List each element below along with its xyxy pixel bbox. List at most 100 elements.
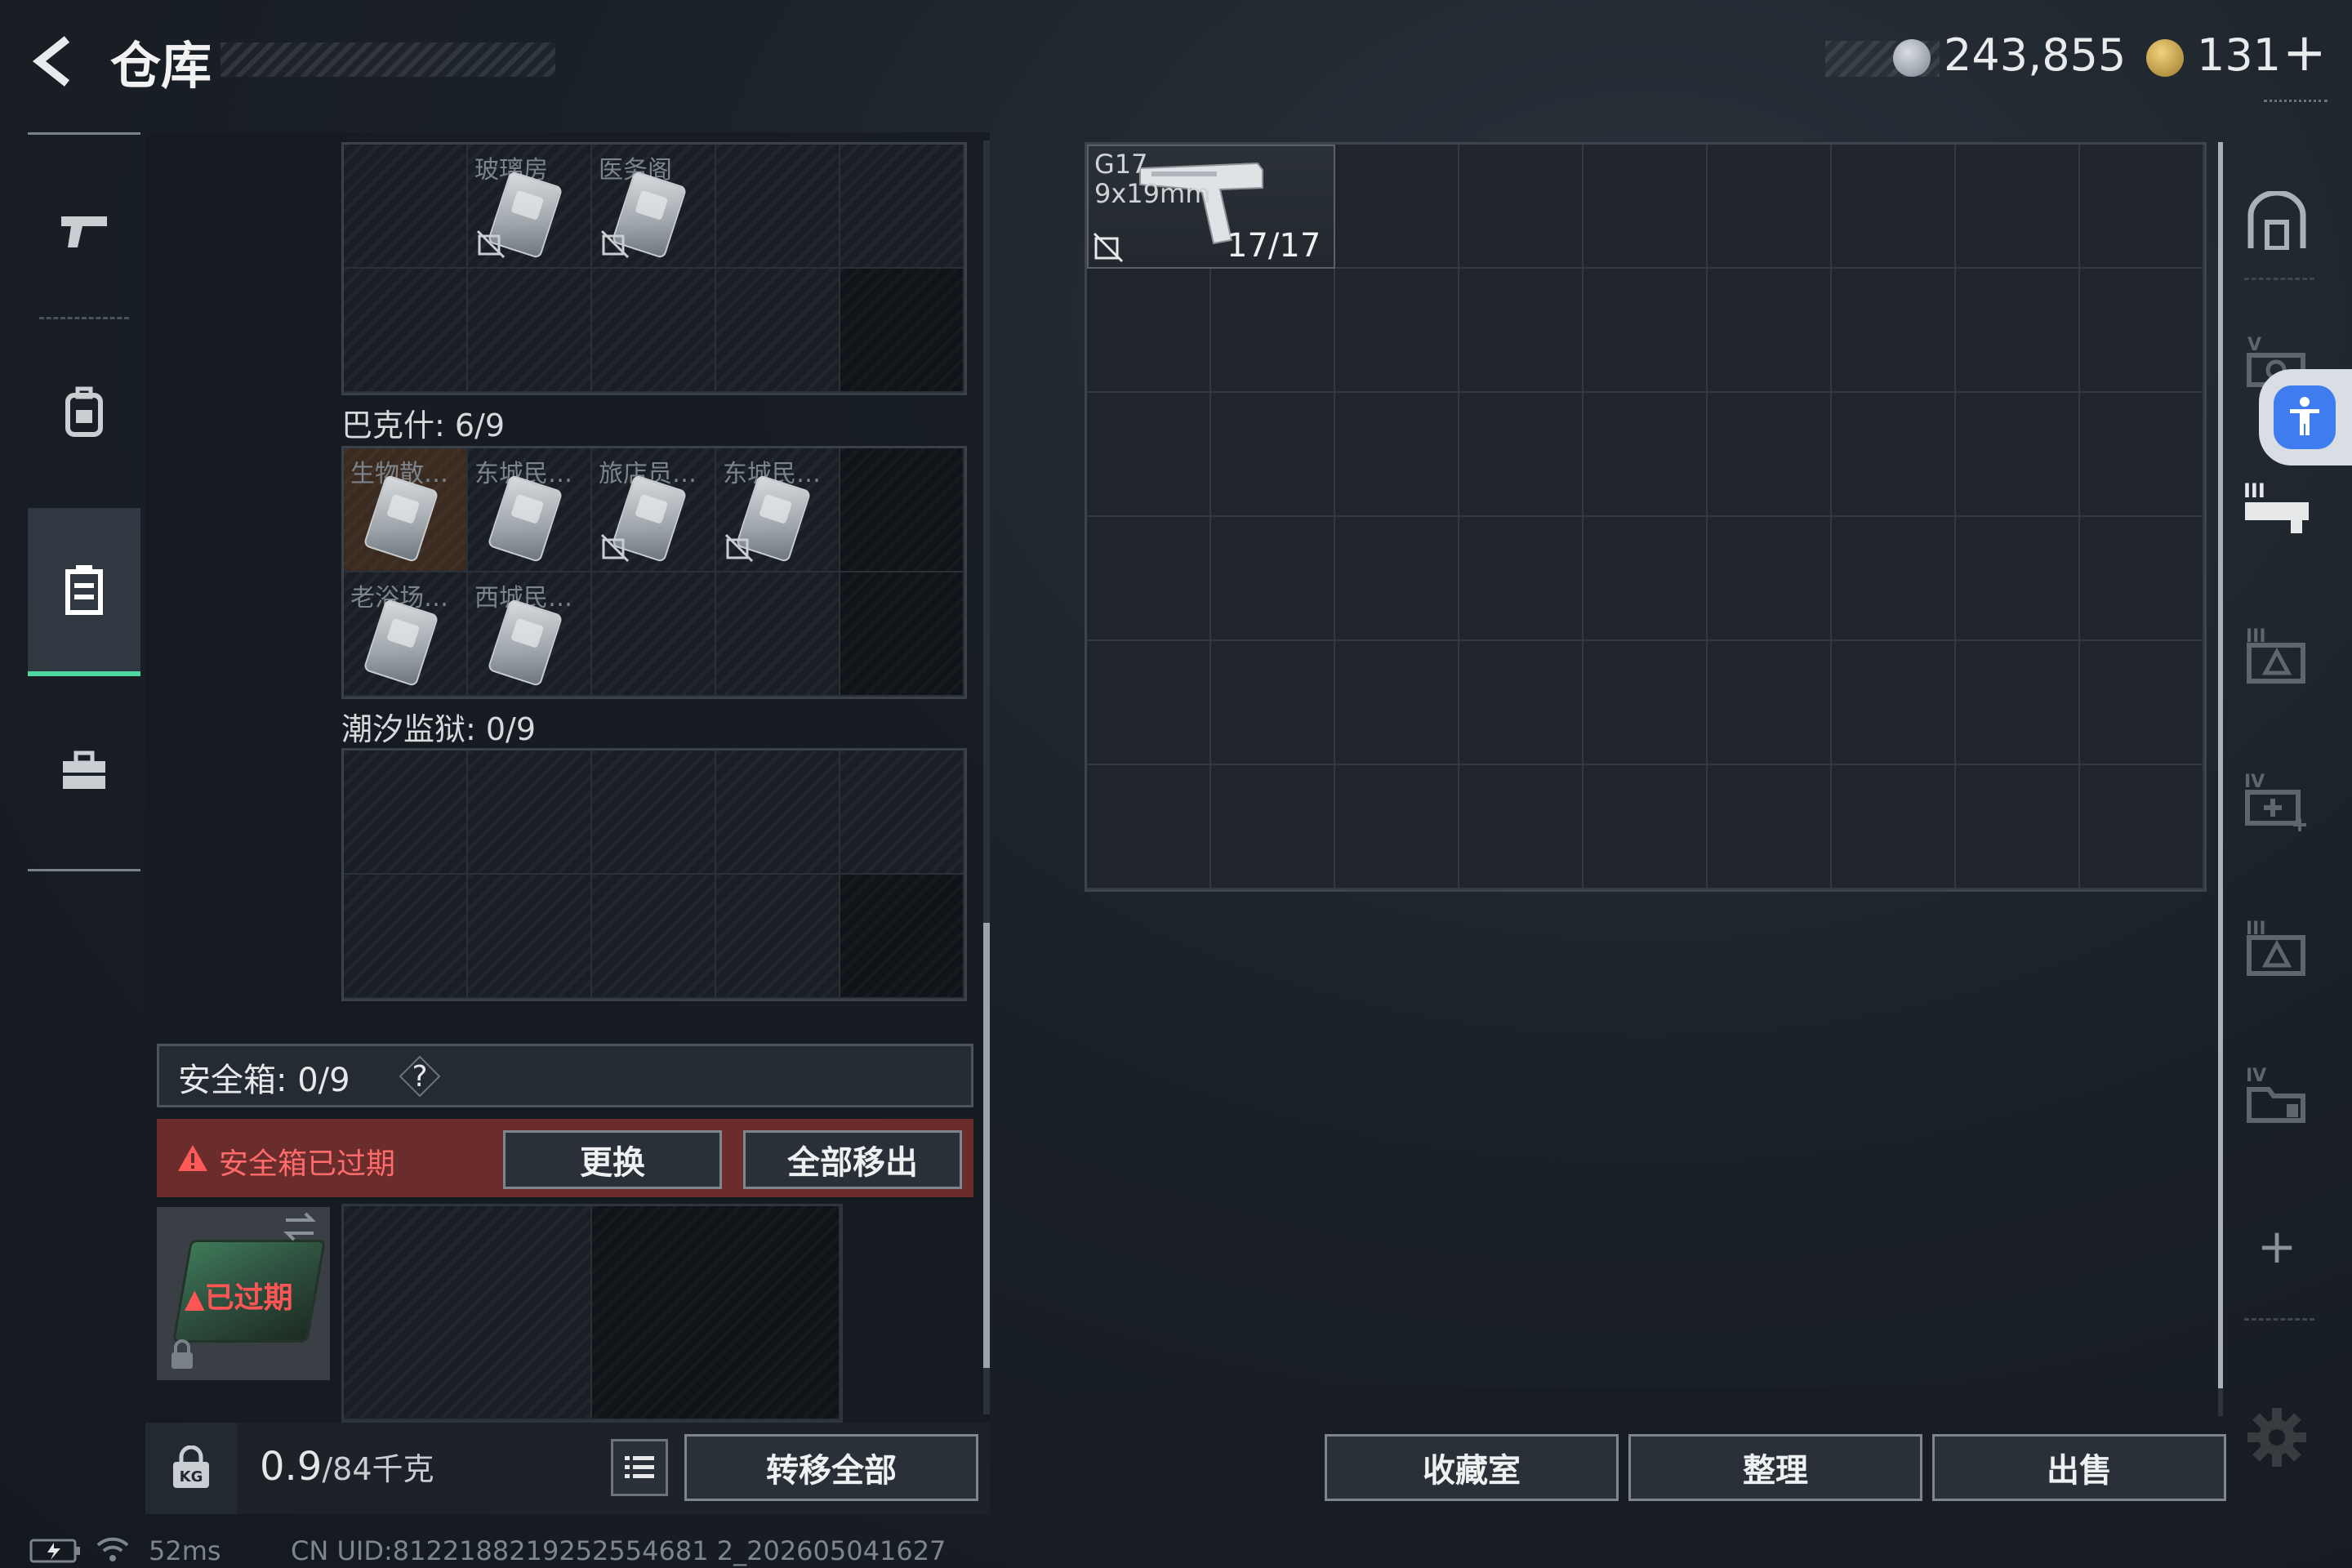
- stash-cell[interactable]: [1708, 393, 1832, 517]
- stash-cell[interactable]: [1584, 765, 1708, 889]
- stash-cell[interactable]: [1087, 393, 1211, 517]
- stash-cell[interactable]: [1459, 269, 1584, 393]
- stash-cell[interactable]: [1335, 145, 1459, 269]
- sell-button[interactable]: 出售: [1932, 1434, 2226, 1501]
- stash-cell[interactable]: [2080, 145, 2204, 269]
- stash-cell[interactable]: [1708, 517, 1832, 641]
- grid-cell[interactable]: [592, 572, 716, 697]
- stash-cell[interactable]: [1335, 393, 1459, 517]
- swap-icon[interactable]: [281, 1210, 318, 1243]
- stash-cell[interactable]: [1956, 641, 2080, 765]
- stash-cell[interactable]: [1832, 517, 1956, 641]
- stash-tab-iii[interactable]: III: [2236, 467, 2318, 549]
- stash-cell[interactable]: [1832, 393, 1956, 517]
- list-view-button[interactable]: [611, 1439, 668, 1496]
- grid-cell[interactable]: [344, 145, 468, 269]
- accessibility-icon-box[interactable]: [2274, 385, 2336, 449]
- stash-tab-main[interactable]: [2236, 180, 2318, 261]
- stash-cell[interactable]: [1459, 517, 1584, 641]
- stash-cell[interactable]: [1459, 765, 1584, 889]
- stash-cell[interactable]: [1459, 145, 1584, 269]
- stash-cell[interactable]: [1584, 145, 1708, 269]
- grid-cell[interactable]: [716, 572, 840, 697]
- stash-cell[interactable]: [2080, 393, 2204, 517]
- stash-cell[interactable]: [1832, 641, 1956, 765]
- stash-cell[interactable]: [1584, 269, 1708, 393]
- stash-cell[interactable]: [1211, 393, 1335, 517]
- stash-cell[interactable]: [1832, 765, 1956, 889]
- add-stash-tab-button[interactable]: +: [2236, 1205, 2318, 1287]
- stash-cell[interactable]: [1708, 145, 1832, 269]
- grid-cell[interactable]: [840, 751, 964, 875]
- stash-cell[interactable]: [1956, 393, 2080, 517]
- grid-cell[interactable]: [344, 875, 468, 999]
- grid-cell[interactable]: [592, 751, 716, 875]
- stash-cell[interactable]: [1832, 269, 1956, 393]
- stash-cell[interactable]: [1459, 393, 1584, 517]
- grid-cell[interactable]: [716, 269, 840, 393]
- stash-cell[interactable]: [2080, 765, 2204, 889]
- stash-cell[interactable]: [1087, 269, 1211, 393]
- nav-weapon[interactable]: [28, 149, 140, 312]
- stash-cell[interactable]: [1087, 765, 1211, 889]
- stash-cell[interactable]: [2080, 641, 2204, 765]
- help-icon[interactable]: ?: [399, 1055, 441, 1098]
- stash-cell[interactable]: [1832, 145, 1956, 269]
- grid-cell[interactable]: [344, 751, 468, 875]
- stash-cell[interactable]: [1335, 269, 1459, 393]
- stash-cell[interactable]: [1459, 641, 1584, 765]
- stash-cell[interactable]: [1211, 517, 1335, 641]
- stash-cell[interactable]: [1584, 517, 1708, 641]
- stash-tab-iii-b[interactable]: III: [2236, 614, 2318, 696]
- keycard-item[interactable]: 旅店员…: [592, 448, 716, 572]
- keycard-item[interactable]: 玻璃房: [468, 145, 592, 269]
- stash-cell[interactable]: [1708, 641, 1832, 765]
- stash-cell[interactable]: [1211, 765, 1335, 889]
- grid-cell[interactable]: [716, 751, 840, 875]
- add-currency-button[interactable]: +: [2283, 23, 2327, 83]
- stash-scrollbar[interactable]: [2218, 142, 2223, 1416]
- stash-cell[interactable]: [1584, 393, 1708, 517]
- safebox-cell[interactable]: [344, 1206, 592, 1420]
- grid-cell[interactable]: [592, 269, 716, 393]
- keycard-item[interactable]: 西城民…: [468, 572, 592, 697]
- stash-cell[interactable]: [1584, 641, 1708, 765]
- stash-cell[interactable]: [1087, 517, 1211, 641]
- stash-cell[interactable]: [1708, 765, 1832, 889]
- grid-cell[interactable]: [468, 269, 592, 393]
- nav-toolbox[interactable]: [28, 689, 140, 853]
- stash-cell[interactable]: [1335, 765, 1459, 889]
- stash-tab-iv-folder[interactable]: IV: [2236, 1054, 2318, 1135]
- keycard-item[interactable]: 老浴场…: [344, 572, 468, 697]
- collection-room-button[interactable]: 收藏室: [1325, 1434, 1619, 1501]
- stash-cell[interactable]: [1335, 517, 1459, 641]
- stash-cell[interactable]: [1956, 765, 2080, 889]
- stash-cell[interactable]: [2080, 269, 2204, 393]
- nav-chest-rig[interactable]: [28, 508, 140, 676]
- grid-cell[interactable]: [468, 875, 592, 999]
- stash-cell[interactable]: [1211, 641, 1335, 765]
- sort-button[interactable]: 整理: [1628, 1434, 1922, 1501]
- stash-cell[interactable]: [1087, 641, 1211, 765]
- stash-cell[interactable]: [1335, 641, 1459, 765]
- grid-cell[interactable]: [716, 145, 840, 269]
- left-scrollbar-thumb[interactable]: [983, 923, 990, 1368]
- grid-cell[interactable]: [344, 269, 468, 393]
- stash-cell[interactable]: [2080, 517, 2204, 641]
- back-arrow-icon[interactable]: [28, 33, 85, 90]
- stash-tab-iii-c[interactable]: III: [2236, 906, 2318, 988]
- stash-cell[interactable]: [1956, 269, 2080, 393]
- stash-cell[interactable]: [1211, 269, 1335, 393]
- keycard-item[interactable]: 东城民…: [716, 448, 840, 572]
- stash-cell[interactable]: [1956, 517, 2080, 641]
- transfer-all-button[interactable]: 转移全部: [684, 1434, 978, 1501]
- nav-backpack[interactable]: [28, 330, 140, 493]
- move-all-out-button[interactable]: 全部移出: [743, 1130, 962, 1189]
- keycard-item[interactable]: 东城民…: [468, 448, 592, 572]
- grid-cell[interactable]: [840, 145, 964, 269]
- keycard-item[interactable]: 生物散…: [344, 448, 468, 572]
- keycard-item[interactable]: 医务阁: [592, 145, 716, 269]
- replace-button[interactable]: 更换: [503, 1130, 722, 1189]
- grid-cell[interactable]: [592, 875, 716, 999]
- grid-cell[interactable]: [468, 751, 592, 875]
